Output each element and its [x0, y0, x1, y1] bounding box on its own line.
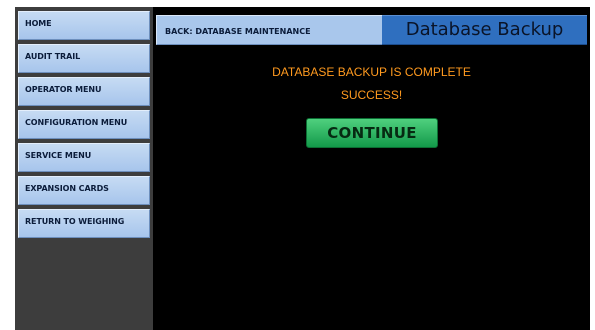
continue-button[interactable]: CONTINUE [306, 118, 438, 148]
sidebar-item-return-to-weighing[interactable]: RETURN TO WEIGHING [18, 209, 150, 238]
success-message: SUCCESS! [340, 88, 403, 102]
sidebar-item-expansion-cards[interactable]: EXPANSION CARDS [18, 176, 150, 205]
back-button[interactable]: BACK: DATABASE MAINTENANCE [156, 15, 382, 45]
sidebar-item-home[interactable]: HOME [18, 11, 150, 40]
sidebar-item-service-menu[interactable]: SERVICE MENU [18, 143, 150, 172]
completion-message: DATABASE BACKUP IS COMPLETE [272, 65, 471, 79]
sidebar-item-operator-menu[interactable]: OPERATOR MENU [18, 77, 150, 106]
sidebar: HOME AUDIT TRAIL OPERATOR MENU CONFIGURA… [15, 7, 153, 330]
app-frame: HOME AUDIT TRAIL OPERATOR MENU CONFIGURA… [15, 7, 590, 330]
page-title: Database Backup [382, 15, 587, 45]
sidebar-item-audit-trail[interactable]: AUDIT TRAIL [18, 44, 150, 73]
sidebar-item-configuration-menu[interactable]: CONFIGURATION MENU [18, 110, 150, 139]
